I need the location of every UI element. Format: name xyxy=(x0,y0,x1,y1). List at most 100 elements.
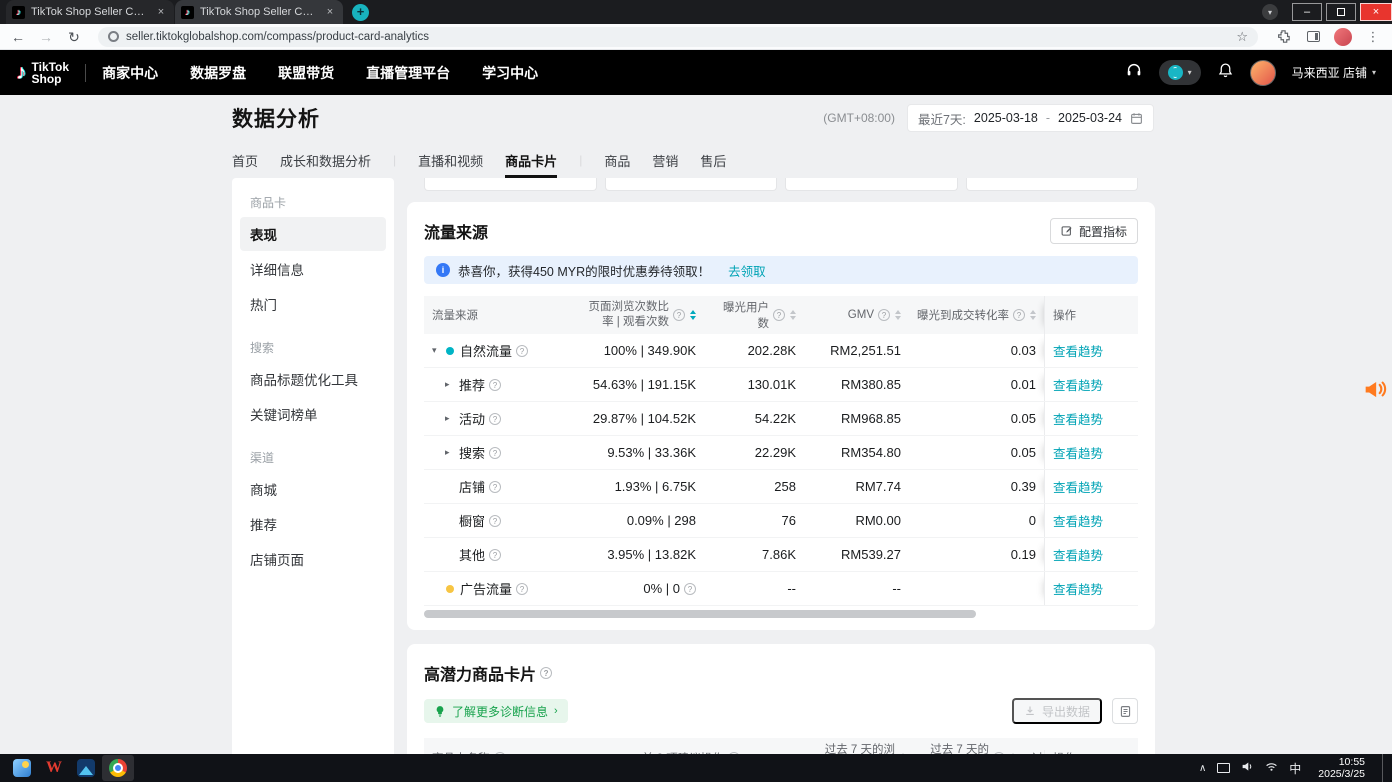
new-tab-button[interactable]: + xyxy=(352,4,369,21)
nav-item-seller-center[interactable]: 商家中心 xyxy=(102,63,158,83)
sidebar-item-trending[interactable]: 热门 xyxy=(240,287,386,321)
browser-profile-avatar[interactable] xyxy=(1334,28,1352,46)
input-language-indicator[interactable]: 中 xyxy=(1289,760,1301,777)
col-pageview-rate[interactable]: 页面浏览次数比率 | 观看次数 xyxy=(574,296,704,334)
col-gmv[interactable]: GMV xyxy=(804,296,909,334)
network-icon[interactable] xyxy=(1265,760,1278,776)
view-trend-link[interactable]: 查看趋势 xyxy=(1053,341,1103,360)
tab-aftersale[interactable]: 售后 xyxy=(700,142,726,178)
table-row-ads[interactable]: 广告流量 0% | 0 -- -- 查看趋势 xyxy=(424,572,1138,606)
forward-icon[interactable]: → xyxy=(38,30,54,44)
nav-item-data-compass[interactable]: 数据罗盘 xyxy=(190,63,246,83)
table-row-others[interactable]: 其他 3.95% | 13.82K 7.86K RM539.27 0.19 查看… xyxy=(424,538,1138,572)
sidebar-item-details[interactable]: 详细信息 xyxy=(240,252,386,286)
diagnosis-info-link[interactable]: 了解更多诊断信息 › xyxy=(424,699,568,723)
col-7day-ctr[interactable]: 过去 7 天的商品点击率 xyxy=(914,743,1024,754)
tab-growth-analytics[interactable]: 成长和数据分析 xyxy=(280,142,371,178)
taskbar-chrome-app[interactable] xyxy=(102,755,134,781)
address-bar[interactable]: seller.tiktokglobalshop.com/compass/prod… xyxy=(98,27,1258,47)
view-trend-link[interactable]: 查看趋势 xyxy=(1053,375,1103,394)
browser-tab-1[interactable]: ♪ TikTok Shop Seller Center | Cr × xyxy=(6,0,174,24)
col-exposed-users[interactable]: 曝光用户数 xyxy=(704,296,804,334)
maximize-button[interactable] xyxy=(1326,3,1356,21)
table-row-search[interactable]: ▸ 搜索 9.53% | 33.36K 22.29K RM354.80 0.05… xyxy=(424,436,1138,470)
sidebar-item-keyword-ranking[interactable]: 关键词榜单 xyxy=(240,397,386,431)
bookmark-star-icon[interactable]: ☆ xyxy=(1236,30,1248,43)
metric-notes-button[interactable] xyxy=(1112,698,1138,724)
info-icon[interactable] xyxy=(878,309,890,321)
tab-live-video[interactable]: 直播和视频 xyxy=(418,142,483,178)
view-trend-link[interactable]: 查看趋势 xyxy=(1053,443,1103,462)
back-icon[interactable]: ← xyxy=(10,30,26,44)
info-icon[interactable] xyxy=(489,447,501,459)
info-icon[interactable] xyxy=(673,309,685,321)
extensions-puzzle-icon[interactable] xyxy=(1274,30,1292,43)
headset-support-icon[interactable] xyxy=(1125,61,1143,84)
sidebar-item-title-optimizer[interactable]: 商品标题优化工具 xyxy=(240,362,386,396)
tiktok-shop-logo[interactable]: ♪ TikTok Shop xyxy=(16,61,69,85)
view-trend-link[interactable]: 查看趋势 xyxy=(1053,511,1103,530)
info-icon[interactable] xyxy=(773,309,785,321)
claim-coupon-link[interactable]: 去领取 xyxy=(728,261,766,280)
tab-search-icon[interactable]: ▾ xyxy=(1262,4,1278,20)
site-info-icon[interactable] xyxy=(108,31,119,42)
info-icon[interactable] xyxy=(1013,309,1025,321)
nav-item-live-platform[interactable]: 直播管理平台 xyxy=(366,63,450,83)
info-icon[interactable] xyxy=(489,549,501,561)
scrollbar-thumb[interactable] xyxy=(424,610,976,618)
export-data-button[interactable]: 导出数据 xyxy=(1012,698,1102,724)
sort-icons[interactable] xyxy=(895,310,901,320)
nav-item-learning-center[interactable]: 学习中心 xyxy=(482,63,538,83)
volume-icon[interactable] xyxy=(1241,760,1254,776)
browser-tab-2[interactable]: ♪ TikTok Shop Seller Center | Cra × xyxy=(175,0,343,24)
tab-products[interactable]: 商品 xyxy=(604,142,630,178)
close-tab-icon[interactable]: × xyxy=(323,5,337,19)
info-icon[interactable] xyxy=(684,583,696,595)
chevron-right-icon[interactable]: ▸ xyxy=(445,413,459,424)
view-trend-link[interactable]: 查看趋势 xyxy=(1053,477,1103,496)
account-avatar[interactable] xyxy=(1250,60,1276,86)
notification-bell-icon[interactable] xyxy=(1217,62,1234,84)
table-row-showcase[interactable]: 橱窗 0.09% | 298 76 RM0.00 0 查看趋势 xyxy=(424,504,1138,538)
table-row-organic[interactable]: ▾ 自然流量 100% | 349.90K 202.28K RM2,251.51… xyxy=(424,334,1138,368)
view-trend-link[interactable]: 查看趋势 xyxy=(1053,579,1103,598)
table-row-recommend[interactable]: ▸ 推荐 54.63% | 191.15K 130.01K RM380.85 0… xyxy=(424,368,1138,402)
sidebar-item-performance[interactable]: 表现 xyxy=(240,217,386,251)
info-icon[interactable] xyxy=(489,481,501,493)
info-icon[interactable] xyxy=(516,583,528,595)
show-desktop-button[interactable] xyxy=(1382,754,1386,782)
info-icon[interactable] xyxy=(489,379,501,391)
tab-product-card[interactable]: 商品卡片 xyxy=(505,142,557,178)
tab-marketing[interactable]: 营销 xyxy=(652,142,678,178)
table-row-campaign[interactable]: ▸ 活动 29.87% | 104.52K 54.22K RM968.85 0.… xyxy=(424,402,1138,436)
menu-kebab-icon[interactable]: ⋮ xyxy=(1364,30,1382,43)
info-icon[interactable] xyxy=(540,667,552,679)
sidebar-item-mall[interactable]: 商城 xyxy=(240,472,386,506)
tab-home[interactable]: 首页 xyxy=(232,142,258,178)
info-icon[interactable] xyxy=(516,345,528,357)
taskbar-clock[interactable]: 10:55 2025/3/25 xyxy=(1318,756,1365,780)
taskbar-wps-app[interactable]: W xyxy=(38,755,70,781)
col-conversion-rate[interactable]: 曝光到成交转化率 xyxy=(909,296,1044,334)
info-icon[interactable] xyxy=(489,515,501,527)
sidebar-item-recommend[interactable]: 推荐 xyxy=(240,507,386,541)
nav-item-affiliate[interactable]: 联盟带货 xyxy=(278,63,334,83)
minimize-button[interactable]: – xyxy=(1292,3,1322,21)
date-range-picker[interactable]: 最近7天: 2025-03-18 - 2025-03-24 xyxy=(907,104,1154,132)
sort-icons[interactable] xyxy=(790,310,796,320)
tray-expand-icon[interactable]: ∧ xyxy=(1199,763,1206,774)
taskbar-photos-app[interactable] xyxy=(70,755,102,781)
display-icon[interactable] xyxy=(1217,763,1230,773)
info-icon[interactable] xyxy=(489,413,501,425)
close-tab-icon[interactable]: × xyxy=(154,5,168,19)
chevron-right-icon[interactable]: ▸ xyxy=(445,379,459,390)
sidebar-item-shop-page[interactable]: 店铺页面 xyxy=(240,542,386,576)
reload-icon[interactable]: ↻ xyxy=(66,30,82,44)
col-7day-views[interactable]: 过去 7 天的浏览人数 xyxy=(809,743,914,754)
side-panel-icon[interactable] xyxy=(1304,31,1322,42)
table-row-shop[interactable]: 店铺 1.93% | 6.75K 258 RM7.74 0.39 查看趋势 xyxy=(424,470,1138,504)
view-trend-link[interactable]: 查看趋势 xyxy=(1053,545,1103,564)
promo-float-button[interactable] xyxy=(1360,372,1390,406)
chevron-down-icon[interactable]: ▾ xyxy=(432,345,446,356)
taskbar-weather-app[interactable] xyxy=(6,755,38,781)
